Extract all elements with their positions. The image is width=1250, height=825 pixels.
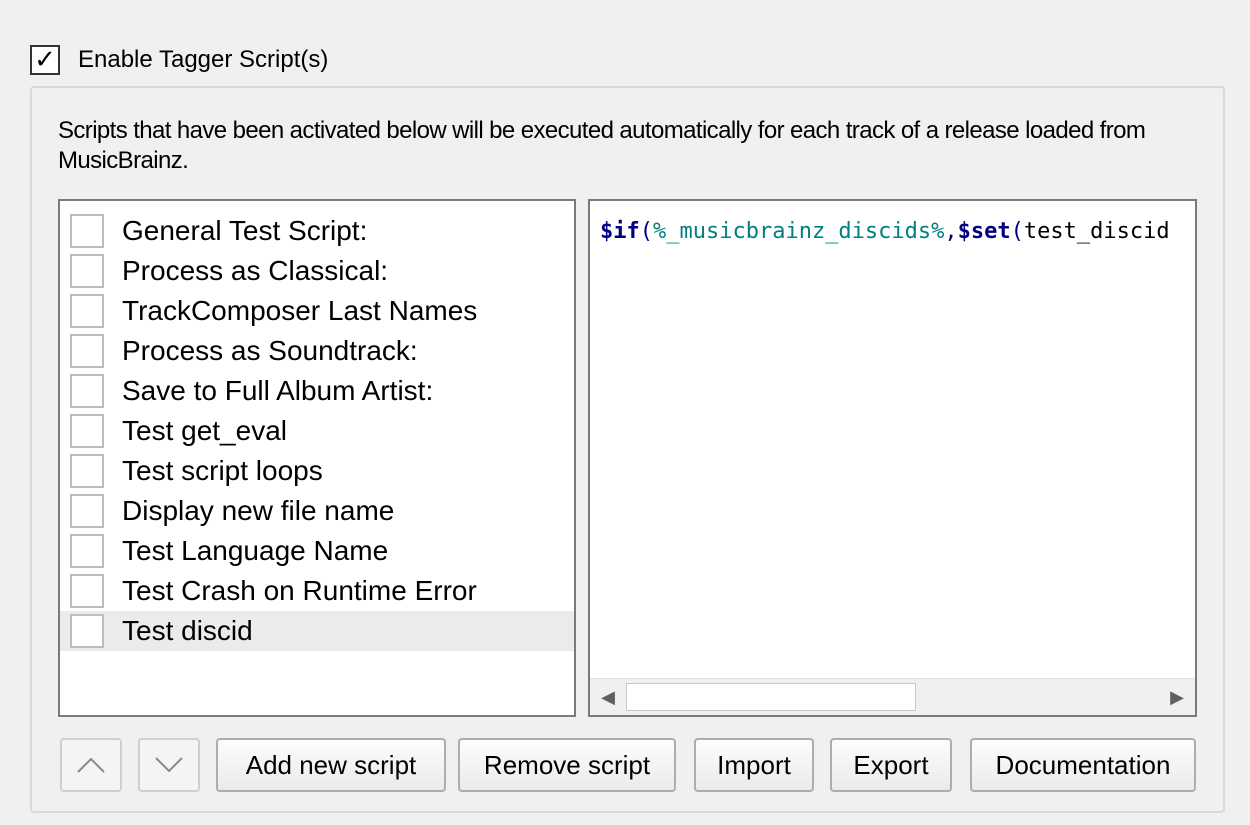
move-down-button[interactable] [138, 738, 200, 792]
script-name-label: Test Language Name [122, 535, 389, 566]
script-actions-toolbar: Add new script Remove script Import Expo… [60, 738, 1200, 792]
script-enabled-checkbox[interactable] [70, 414, 104, 448]
export-button[interactable]: Export [830, 738, 952, 792]
enable-tagger-scripts-row[interactable]: ✓ Enable Tagger Script(s) [30, 40, 328, 80]
script-name-label: Save to Full Album Artist: [122, 375, 434, 406]
code-token: %_musicbrainz_discids% [653, 219, 945, 244]
script-list-item[interactable]: Process as Classical: [60, 251, 574, 291]
script-name-label: Test discid [122, 615, 253, 646]
script-enabled-checkbox[interactable] [70, 494, 104, 528]
import-button[interactable]: Import [694, 738, 814, 792]
script-name-label: Test script loops [122, 455, 323, 486]
scripts-description: Scripts that have been activated below w… [58, 117, 1146, 174]
script-enabled-checkbox[interactable] [70, 454, 104, 488]
code-token: ( [639, 219, 653, 244]
code-token: $if [600, 219, 640, 244]
script-list-item[interactable]: TrackComposer Last Names [60, 291, 574, 331]
script-list-item[interactable]: Process as Soundtrack: [60, 331, 574, 371]
scrollbar-thumb[interactable] [626, 683, 916, 711]
chevron-up-icon [77, 757, 105, 773]
script-enabled-checkbox[interactable] [70, 294, 104, 328]
arrow-left-icon[interactable]: ◀ [590, 679, 626, 715]
script-enabled-checkbox[interactable] [70, 534, 104, 568]
script-editor[interactable]: $if(%_musicbrainz_discids%,$set(test_dis… [588, 199, 1197, 717]
script-list-item[interactable]: Test Language Name [60, 531, 574, 571]
code-token: test_discid [1023, 219, 1170, 244]
script-name-label: TrackComposer Last Names [122, 295, 478, 326]
script-list-item[interactable]: Test script loops [60, 451, 574, 491]
script-enabled-checkbox[interactable] [70, 574, 104, 608]
move-up-button[interactable] [60, 738, 122, 792]
script-list-item[interactable]: Test Crash on Runtime Error [60, 571, 574, 611]
code-token: , [944, 219, 958, 244]
script-enabled-checkbox[interactable] [70, 334, 104, 368]
add-new-script-button[interactable]: Add new script [216, 738, 446, 792]
script-list-item[interactable]: General Test Script: [60, 211, 574, 251]
script-name-label: Process as Classical: [122, 255, 389, 286]
chevron-down-icon [155, 757, 183, 773]
code-token: ( [1010, 219, 1024, 244]
script-name-label: Process as Soundtrack: [122, 335, 418, 366]
script-name-label: Test get_eval [122, 415, 287, 446]
script-list[interactable]: General Test Script: Process as Classical… [58, 199, 576, 717]
script-enabled-checkbox[interactable] [70, 214, 104, 248]
script-list-item[interactable]: Display new file name [60, 491, 574, 531]
code-token: $set [957, 219, 1011, 244]
documentation-button[interactable]: Documentation [970, 738, 1196, 792]
script-list-item[interactable]: Save to Full Album Artist: [60, 371, 574, 411]
script-code-line[interactable]: $if(%_musicbrainz_discids%,$set(test_dis… [600, 219, 1170, 244]
arrow-right-icon[interactable]: ▶ [1159, 679, 1195, 715]
script-enabled-checkbox[interactable] [70, 614, 104, 648]
enable-tagger-scripts-label: Enable Tagger Script(s) [78, 46, 329, 73]
enable-tagger-scripts-checkbox[interactable]: ✓ [30, 45, 60, 75]
script-enabled-checkbox[interactable] [70, 374, 104, 408]
editor-horizontal-scrollbar[interactable]: ◀ ▶ [590, 678, 1195, 715]
script-name-label: General Test Script: [122, 215, 368, 246]
remove-script-button[interactable]: Remove script [458, 738, 676, 792]
script-name-label: Test Crash on Runtime Error [122, 575, 477, 606]
script-list-item[interactable]: Test discid [60, 611, 574, 651]
script-list-item[interactable]: Test get_eval [60, 411, 574, 451]
script-enabled-checkbox[interactable] [70, 254, 104, 288]
script-name-label: Display new file name [122, 495, 395, 526]
